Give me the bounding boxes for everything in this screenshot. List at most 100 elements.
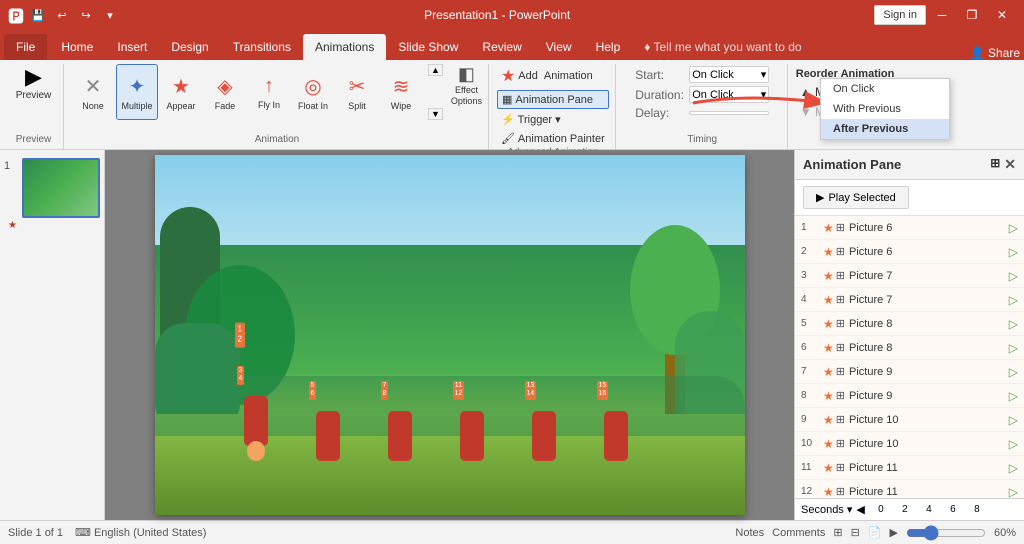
tab-transitions[interactable]: Transitions xyxy=(221,34,303,60)
anim-list-item[interactable]: 3 ★ ⊞ Picture 7 ▷ xyxy=(795,264,1024,288)
tab-file[interactable]: File xyxy=(4,34,47,60)
delay-input[interactable] xyxy=(689,111,769,115)
close-button[interactable]: ✕ xyxy=(988,5,1016,25)
share-button[interactable]: 👤 Share xyxy=(970,46,1020,60)
redo-button[interactable]: ↪ xyxy=(76,5,96,25)
anim-item-num: 8 xyxy=(801,390,823,401)
delay-label: Delay: xyxy=(635,106,685,120)
zoom-slider[interactable] xyxy=(906,525,986,541)
anim-type-icon: ⊞ xyxy=(836,437,845,450)
customize-qat-button[interactable]: ▾ xyxy=(100,5,120,25)
anim-play-indicator: ▷ xyxy=(1009,269,1018,283)
anim-list-item[interactable]: 1 ★ ⊞ Picture 6 ▷ xyxy=(795,216,1024,240)
option-with-previous[interactable]: With Previous xyxy=(821,99,949,119)
anim-flyin-button[interactable]: ↑ Fly In xyxy=(248,64,290,120)
preview-icon: ▶ xyxy=(25,66,42,88)
view-reading-btn[interactable]: 📄 xyxy=(868,526,882,539)
anim-list-item[interactable]: 8 ★ ⊞ Picture 9 ▷ xyxy=(795,384,1024,408)
view-slideshow-btn[interactable]: ▶ xyxy=(890,526,898,539)
anim-list-item[interactable]: 4 ★ ⊞ Picture 7 ▷ xyxy=(795,288,1024,312)
anim-item-num: 3 xyxy=(801,270,823,281)
tab-view[interactable]: View xyxy=(534,34,584,60)
tab-review[interactable]: Review xyxy=(470,34,533,60)
anim-list-item[interactable]: 5 ★ ⊞ Picture 8 ▷ xyxy=(795,312,1024,336)
anim-list-item[interactable]: 12 ★ ⊞ Picture 11 ▷ xyxy=(795,480,1024,498)
anim-none-button[interactable]: ✕ None xyxy=(72,64,114,120)
tab-home[interactable]: Home xyxy=(49,34,105,60)
animation-pane-footer: Seconds ▾ ◀ 0 2 4 6 8 xyxy=(795,498,1024,520)
anim-list-item[interactable]: 11 ★ ⊞ Picture 11 ▷ xyxy=(795,456,1024,480)
anim-list-item[interactable]: 10 ★ ⊞ Picture 10 ▷ xyxy=(795,432,1024,456)
anim-list-item[interactable]: 6 ★ ⊞ Picture 8 ▷ xyxy=(795,336,1024,360)
view-slide-sorter-btn[interactable]: ⊟ xyxy=(851,526,860,539)
preview-button[interactable]: ▶ Preview xyxy=(12,64,56,103)
quick-access-toolbar: 🅿 💾 ↩ ↪ ▾ xyxy=(8,3,120,27)
anim-item-name: Picture 10 xyxy=(849,438,1007,450)
anim-pane-icon: ▦ xyxy=(502,93,512,106)
anim-star-icon: ★ xyxy=(823,389,834,403)
anim-list-item[interactable]: 9 ★ ⊞ Picture 10 ▷ xyxy=(795,408,1024,432)
title-bar: 🅿 💾 ↩ ↪ ▾ Presentation1 - PowerPoint Sig… xyxy=(0,0,1024,30)
play-selected-button[interactable]: ▶ Play Selected xyxy=(803,186,909,209)
anim-star-icon: ★ xyxy=(823,221,834,235)
option-on-click[interactable]: On Click xyxy=(821,79,949,99)
duration-input[interactable]: On Click ▾ xyxy=(689,86,769,103)
anim-play-indicator: ▷ xyxy=(1009,221,1018,235)
tab-design[interactable]: Design xyxy=(159,34,220,60)
search-bar[interactable]: ♦ Tell me what you want to do xyxy=(632,34,813,60)
anim-scroll-up[interactable]: ▲ xyxy=(428,64,443,76)
view-normal-btn[interactable]: ⊞ xyxy=(833,526,842,539)
anim-star-icon: ★ xyxy=(823,413,834,427)
trigger-button[interactable]: ⚡ Trigger ▾ xyxy=(497,111,609,128)
signin-button[interactable]: Sign in xyxy=(874,5,926,25)
multiple-icon: ✦ xyxy=(129,74,146,99)
delay-row: Delay: xyxy=(635,106,769,120)
anim-floatin-button[interactable]: ◎ Float In xyxy=(292,64,334,120)
tab-help[interactable]: Help xyxy=(584,34,633,60)
save-button[interactable]: 💾 xyxy=(28,5,48,25)
anim-list-item[interactable]: 7 ★ ⊞ Picture 9 ▷ xyxy=(795,360,1024,384)
anim-item-num: 12 xyxy=(801,486,823,497)
powerpoint-icon: 🅿 xyxy=(8,3,24,27)
anim-pane-close-icon[interactable]: ✕ xyxy=(1004,156,1016,173)
notes-button[interactable]: Notes xyxy=(735,527,764,539)
anim-type-icon: ⊞ xyxy=(836,365,845,378)
anim-appear-button[interactable]: ★ Appear xyxy=(160,64,202,120)
tab-animations[interactable]: Animations xyxy=(303,34,386,60)
anim-fade-button[interactable]: ◈ Fade xyxy=(204,64,246,120)
tab-slideshow[interactable]: Slide Show xyxy=(386,34,470,60)
anim-split-button[interactable]: ✂ Split xyxy=(336,64,378,120)
animation-painter-button[interactable]: 🖌 Animation Painter xyxy=(497,130,609,147)
anim-wipe-button[interactable]: ≋ Wipe xyxy=(380,64,422,120)
anim-list-item[interactable]: 2 ★ ⊞ Picture 6 ▷ xyxy=(795,240,1024,264)
anim-type-icon: ⊞ xyxy=(836,221,845,234)
comments-button[interactable]: Comments xyxy=(772,527,825,539)
start-label: Start: xyxy=(635,68,685,82)
anim-item-name: Picture 11 xyxy=(849,486,1007,498)
effect-options-btn[interactable]: ◧ EffectOptions xyxy=(451,64,482,107)
option-after-previous[interactable]: After Previous xyxy=(821,119,949,139)
start-dropdown-btn[interactable]: On Click ▾ xyxy=(689,66,769,83)
slide-thumbnail[interactable] xyxy=(22,158,100,218)
slide-canvas: 34 56 78 1112 xyxy=(155,155,745,515)
anim-item-name: Picture 6 xyxy=(849,222,1007,234)
ribbon-tabs: File Home Insert Design Transitions Anim… xyxy=(0,30,1024,60)
anim-star-icon: ★ xyxy=(823,317,834,331)
undo-button[interactable]: ↩ xyxy=(52,5,72,25)
timeline-left-arrow[interactable]: ◀ xyxy=(856,503,864,516)
animation-pane-button[interactable]: ▦ Animation Pane xyxy=(497,90,609,109)
anim-scroll-down[interactable]: ▼ xyxy=(428,108,443,120)
anim-pane-expand-icon[interactable]: ⊞ xyxy=(990,156,1000,173)
slide-panel: 1 ★ xyxy=(0,150,105,520)
flyin-icon: ↑ xyxy=(264,75,274,98)
add-animation-button[interactable]: ★ Add Animation xyxy=(497,64,597,88)
language-indicator: ⌨ English (United States) xyxy=(75,526,206,539)
restore-button[interactable]: ❐ xyxy=(958,5,986,25)
minimize-button[interactable]: ─ xyxy=(928,5,956,25)
slide-item-1[interactable]: 1 xyxy=(22,158,100,218)
tab-insert[interactable]: Insert xyxy=(105,34,159,60)
duration-label: Duration: xyxy=(635,88,685,102)
anim-play-indicator: ▷ xyxy=(1009,365,1018,379)
anim-multiple-button[interactable]: ✦ Multiple xyxy=(116,64,158,120)
anim-item-num: 4 xyxy=(801,294,823,305)
